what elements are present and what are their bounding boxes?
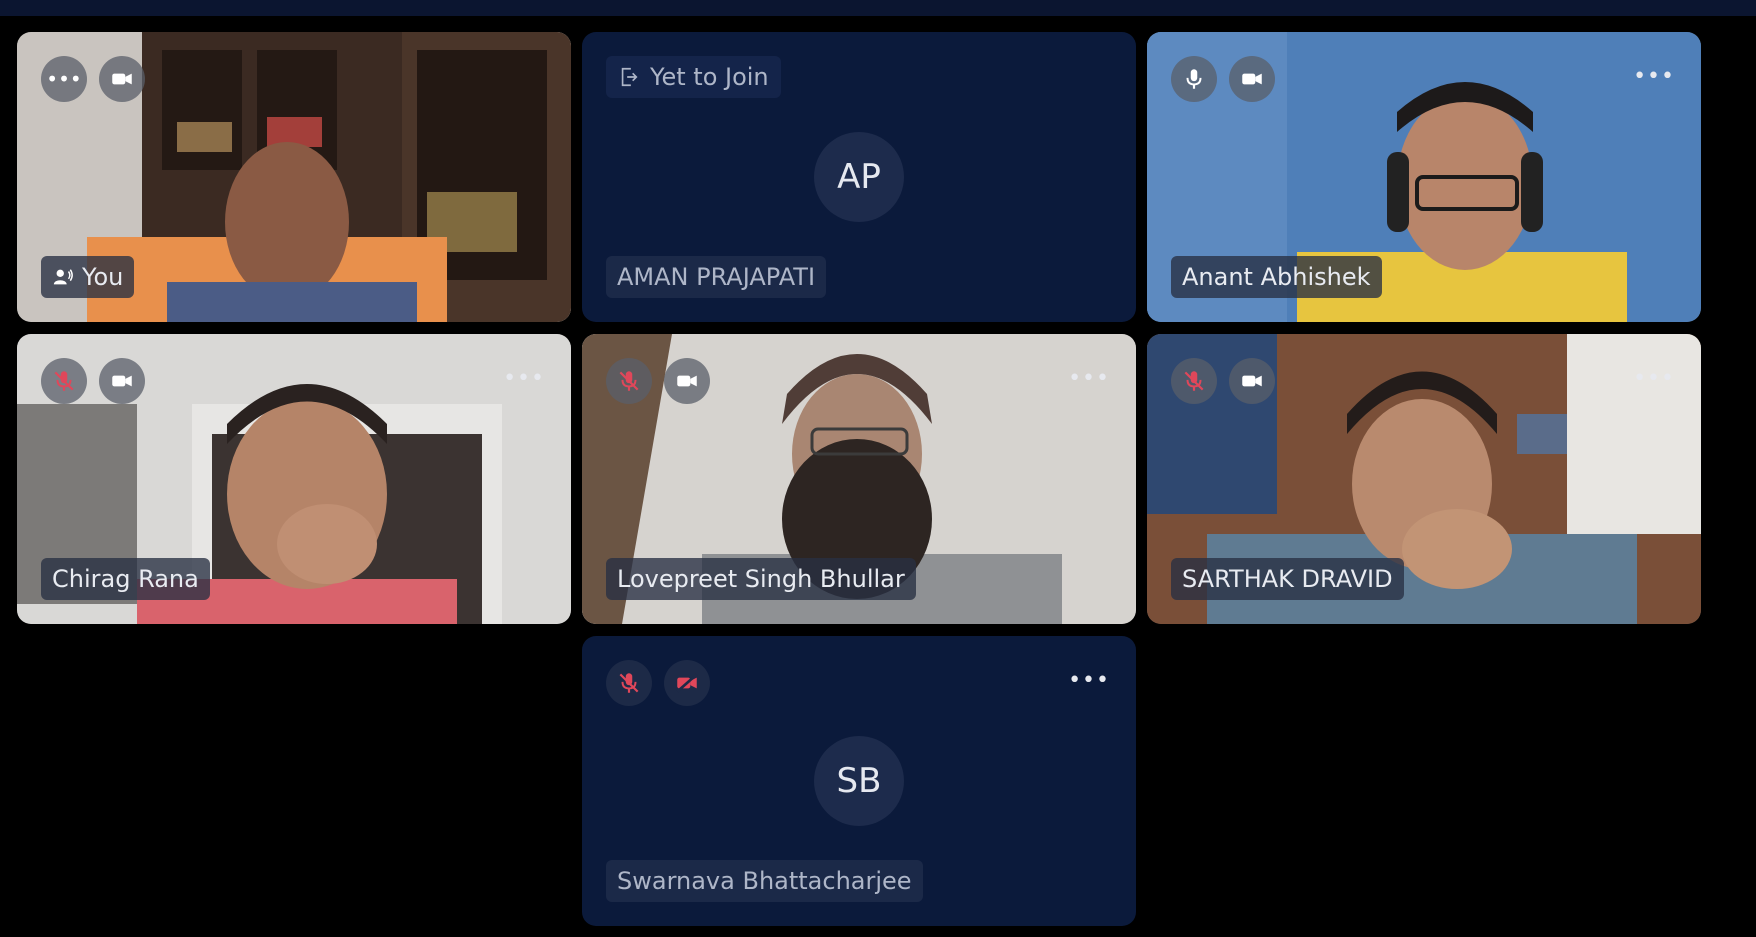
more-options-icon[interactable]: ••• — [503, 368, 545, 390]
microphone-button[interactable] — [606, 660, 652, 706]
microphone-muted-icon — [1184, 371, 1204, 391]
microphone-muted-icon — [619, 673, 639, 693]
participant-name-tag: AMAN PRAJAPATI — [606, 256, 827, 298]
participant-name: SARTHAK DRAVID — [1182, 565, 1393, 593]
microphone-icon — [1186, 69, 1202, 89]
microphone-muted-icon — [54, 371, 74, 391]
microphone-button[interactable] — [606, 358, 652, 404]
participant-tile-swarnava[interactable]: ••• SB Swarnava Bhattacharjee — [582, 636, 1136, 926]
participant-name-tag: SARTHAK DRAVID — [1171, 558, 1404, 600]
participant-tile-chirag[interactable]: ••• Chirag Rana — [17, 334, 571, 624]
camera-toggle-button[interactable] — [99, 56, 145, 102]
more-options-icon[interactable]: ••• — [1068, 368, 1110, 390]
status-text: Yet to Join — [650, 63, 769, 91]
speaking-user-icon — [53, 269, 73, 285]
more-options-icon[interactable]: ••• — [1633, 66, 1675, 88]
top-bar — [0, 0, 1756, 16]
camera-toggle-button[interactable] — [1229, 56, 1275, 102]
video-camera-icon — [677, 375, 697, 387]
participant-tile-anant[interactable]: ••• Anant Abhishek — [1147, 32, 1701, 322]
participant-name-tag: Swarnava Bhattacharjee — [606, 860, 923, 902]
participant-tile-you[interactable]: ••• You — [17, 32, 571, 322]
avatar: AP — [814, 132, 904, 222]
avatar: SB — [814, 736, 904, 826]
video-camera-icon — [112, 375, 132, 387]
participant-name: You — [82, 263, 124, 291]
camera-toggle-button[interactable] — [1229, 358, 1275, 404]
more-options-icon[interactable]: ••• — [1068, 670, 1110, 692]
camera-toggle-button[interactable] — [664, 660, 710, 706]
more-options-icon[interactable]: ••• — [1633, 368, 1675, 390]
video-camera-icon — [1242, 375, 1262, 387]
participant-tile-sarthak[interactable]: ••• SARTHAK DRAVID — [1147, 334, 1701, 624]
exit-icon — [621, 67, 638, 87]
participant-name: Anant Abhishek — [1182, 263, 1371, 291]
video-camera-icon — [112, 73, 132, 85]
camera-toggle-button[interactable] — [664, 358, 710, 404]
participant-name-tag: Lovepreet Singh Bhullar — [606, 558, 916, 600]
participant-tile-aman[interactable]: Yet to Join AP AMAN PRAJAPATI — [582, 32, 1136, 322]
video-camera-icon — [1242, 73, 1262, 85]
microphone-button[interactable] — [1171, 358, 1217, 404]
microphone-button[interactable] — [41, 358, 87, 404]
participant-name: AMAN PRAJAPATI — [617, 263, 816, 291]
participant-name-tag: Anant Abhishek — [1171, 256, 1382, 298]
yet-to-join-badge: Yet to Join — [606, 56, 781, 98]
participant-name: Chirag Rana — [52, 565, 199, 593]
participant-tile-lovepreet[interactable]: ••• Lovepreet Singh Bhullar — [582, 334, 1136, 624]
participant-name-tag: You — [41, 256, 135, 298]
participant-name: Swarnava Bhattacharjee — [617, 867, 912, 895]
video-camera-off-icon — [676, 673, 698, 693]
microphone-muted-icon — [619, 371, 639, 391]
participant-name-tag: Chirag Rana — [41, 558, 210, 600]
camera-toggle-button[interactable] — [99, 358, 145, 404]
more-options-icon: ••• — [46, 67, 82, 91]
microphone-button[interactable] — [1171, 56, 1217, 102]
participant-name: Lovepreet Singh Bhullar — [617, 565, 905, 593]
more-options-button[interactable]: ••• — [41, 56, 87, 102]
